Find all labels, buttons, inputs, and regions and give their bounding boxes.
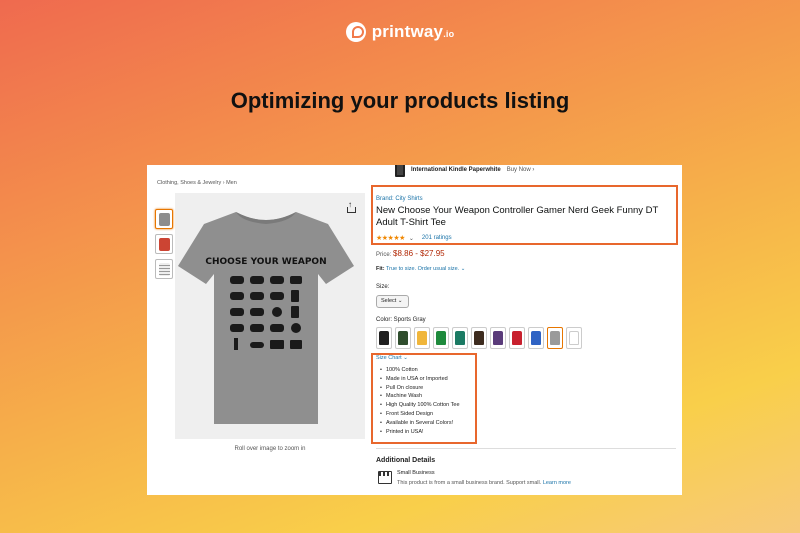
shirt-print-text: CHOOSE YOUR WEAPON	[205, 257, 326, 267]
color-label: Color: Sports Gray	[376, 317, 426, 323]
size-label: Size:	[376, 284, 390, 290]
thumbnail-list	[155, 209, 173, 279]
product-title: New Choose Your Weapon Controller Gamer …	[376, 205, 659, 228]
learn-more-link[interactable]: Learn more	[543, 480, 571, 486]
feature-bullet: Made in USA or Imported	[380, 375, 460, 384]
feature-bullet: Machine Wash	[380, 392, 460, 401]
printway-wordmark: printway.io	[371, 22, 455, 41]
color-swatch[interactable]	[433, 327, 449, 349]
thumbnail-model[interactable]	[155, 234, 173, 254]
printway-logo-icon	[345, 22, 366, 42]
feature-bullets: 100% CottonMade in USA or ImportedPull O…	[380, 366, 460, 436]
feature-bullet: 100% Cotton	[380, 366, 460, 375]
kindle-buy-link[interactable]: Buy Now ›	[507, 167, 535, 173]
thumbnail-size-chart[interactable]	[155, 259, 173, 279]
breadcrumb[interactable]: Clothing, Shoes & Jewelry › Men	[157, 180, 237, 186]
share-icon[interactable]	[346, 200, 356, 213]
brand-link[interactable]: Brand: City Shirts	[376, 196, 423, 202]
color-swatch[interactable]	[395, 327, 411, 349]
feature-bullet: Available in Several Colors!	[380, 419, 460, 428]
color-swatch[interactable]	[452, 327, 468, 349]
printway-logo: printway.io	[0, 22, 800, 42]
product-image[interactable]: CHOOSE YOUR WEAPON	[175, 193, 365, 439]
color-swatch[interactable]	[528, 327, 544, 349]
additional-details-heading: Additional Details	[376, 457, 436, 464]
size-select[interactable]: Select ⌄	[376, 295, 409, 308]
price-range: $8.86 - $27.95	[393, 249, 445, 258]
thumbnail-gray-shirt[interactable]	[155, 209, 173, 229]
fit-link[interactable]: True to size. Order usual size.	[386, 266, 459, 272]
color-swatch[interactable]	[471, 327, 487, 349]
color-swatch[interactable]	[490, 327, 506, 349]
tshirt-image: CHOOSE YOUR WEAPON	[178, 212, 354, 424]
fit-row: Fit: True to size. Order usual size. ⌄	[376, 266, 466, 272]
page-title: Optimizing your products listing	[230, 88, 570, 113]
feature-bullet: Printed in USA!	[380, 428, 460, 437]
chevron-down-icon: ⌄	[397, 298, 403, 304]
small-business-store-icon	[378, 471, 392, 484]
feature-bullet: High Quality 100% Cotton Tee	[380, 401, 460, 410]
chevron-down-icon: ⌄	[460, 266, 466, 272]
zoom-hint: Roll over image to zoom in	[234, 446, 306, 452]
chevron-down-icon[interactable]: ⌄	[409, 235, 414, 242]
color-swatch[interactable]	[509, 327, 525, 349]
divider	[376, 448, 676, 449]
rating-row: ★★★★★ ⌄ 201 ratings	[376, 234, 452, 242]
color-swatch[interactable]	[414, 327, 430, 349]
small-business-title: Small Business	[397, 470, 435, 476]
kindle-ad[interactable]: International Kindle Paperwhite Buy Now …	[395, 165, 534, 177]
size-chart-link[interactable]: Size Chart ⌄	[376, 355, 408, 361]
feature-bullet: Front Sided Design	[380, 410, 460, 419]
color-swatch[interactable]	[376, 327, 392, 349]
kindle-icon	[395, 165, 405, 177]
kindle-title: International Kindle Paperwhite	[411, 167, 501, 173]
amazon-listing-screenshot: International Kindle Paperwhite Buy Now …	[147, 165, 682, 495]
ratings-count-link[interactable]: 201 ratings	[422, 235, 452, 241]
star-rating-icon[interactable]: ★★★★★	[376, 234, 405, 242]
small-business-description: This product is from a small business br…	[397, 480, 571, 486]
color-swatch[interactable]	[547, 327, 563, 349]
feature-bullet: Pull On closure	[380, 384, 460, 393]
color-swatch[interactable]	[566, 327, 582, 349]
price-row: Price: $8.86 - $27.95	[376, 249, 445, 258]
color-swatches	[376, 327, 582, 349]
